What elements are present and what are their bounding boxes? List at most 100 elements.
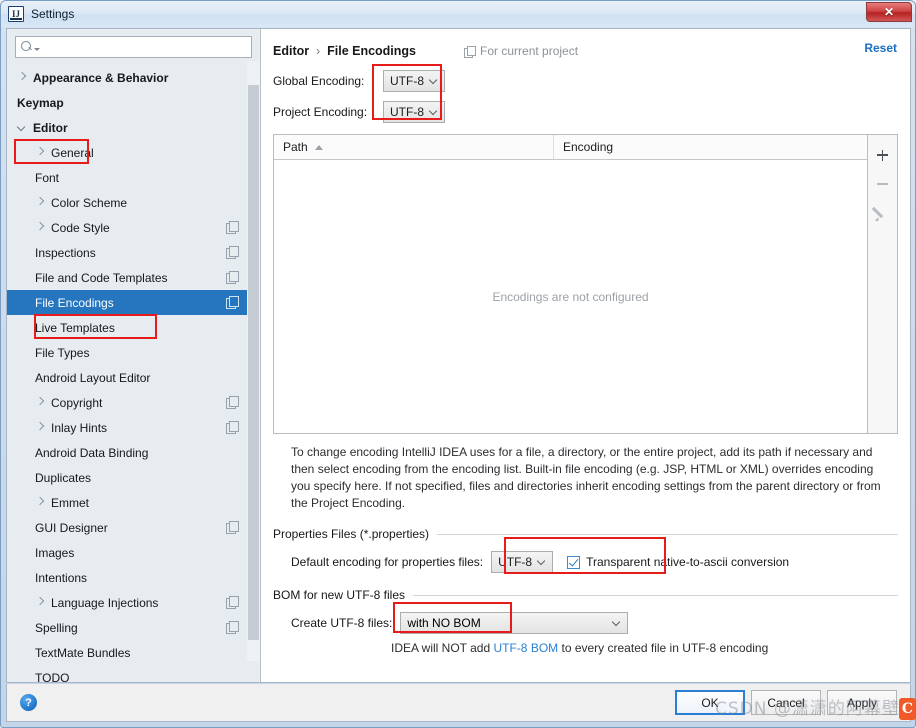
apply-button[interactable]: Apply	[827, 690, 897, 715]
sidebar-item-general[interactable]: General	[7, 140, 260, 165]
search-icon	[21, 41, 33, 53]
sidebar-item-keymap[interactable]: Keymap	[7, 90, 260, 115]
project-scope-icon	[226, 596, 238, 608]
sidebar-item-android-data-binding[interactable]: Android Data Binding	[7, 440, 260, 465]
chevron-right-icon[interactable]	[35, 222, 46, 233]
chevron-right-icon[interactable]	[35, 422, 46, 433]
create-utf8-files-label: Create UTF-8 files:	[291, 616, 392, 630]
chevron-down-icon[interactable]	[17, 122, 28, 133]
breadcrumb-current: File Encodings	[327, 44, 416, 58]
breadcrumb: Editor › File Encodings For current proj…	[273, 41, 898, 61]
sidebar-item-gui-designer[interactable]: GUI Designer	[7, 515, 260, 540]
sidebar-item-label: Font	[35, 171, 59, 185]
bom-hint-link[interactable]: UTF-8 BOM	[493, 641, 558, 655]
search-box[interactable]	[15, 36, 252, 58]
settings-detail-pane: Editor › File Encodings For current proj…	[261, 29, 910, 682]
sidebar-item-android-layout-editor[interactable]: Android Layout Editor	[7, 365, 260, 390]
table-empty-message: Encodings are not configured	[492, 290, 648, 304]
column-header-encoding[interactable]: Encoding	[554, 135, 867, 159]
sidebar-item-label: Color Scheme	[51, 196, 127, 210]
sidebar-item-appearance-behavior[interactable]: Appearance & Behavior	[7, 65, 260, 90]
sidebar-item-inlay-hints[interactable]: Inlay Hints	[7, 415, 260, 440]
default-properties-encoding-select[interactable]: UTF-8	[491, 551, 553, 573]
reset-link[interactable]: Reset	[864, 41, 897, 55]
chevron-right-icon[interactable]	[35, 497, 46, 508]
scope-note: For current project	[464, 44, 578, 58]
project-scope-icon	[226, 296, 238, 308]
sidebar-item-textmate-bundles[interactable]: TextMate Bundles	[7, 640, 260, 665]
sidebar-item-inspections[interactable]: Inspections	[7, 240, 260, 265]
sidebar-item-label: TextMate Bundles	[35, 646, 130, 660]
search-area	[7, 29, 260, 63]
intellij-idea-icon: IJ	[8, 6, 24, 22]
breadcrumb-parent[interactable]: Editor	[273, 44, 309, 58]
transparent-conversion-label: Transparent native-to-ascii conversion	[586, 555, 789, 569]
chevron-right-icon[interactable]	[35, 397, 46, 408]
checkbox-checked-icon	[567, 556, 580, 569]
chevron-right-icon[interactable]	[35, 197, 46, 208]
chevron-right-icon[interactable]	[17, 72, 28, 83]
bom-hint-text: IDEA will NOT add UTF-8 BOM to every cre…	[273, 641, 898, 655]
section-divider	[413, 595, 898, 596]
sidebar-scrollbar-thumb[interactable]	[248, 85, 259, 640]
project-scope-icon	[226, 621, 238, 633]
bom-hint-suffix: to every created file in UTF-8 encoding	[558, 641, 768, 655]
sidebar-item-label: Copyright	[51, 396, 102, 410]
ok-button[interactable]: OK	[675, 690, 745, 715]
sidebar-item-copyright[interactable]: Copyright	[7, 390, 260, 415]
sidebar-item-label: Live Templates	[35, 321, 115, 335]
cancel-button[interactable]: Cancel	[751, 690, 821, 715]
create-utf8-files-row: Create UTF-8 files: with NO BOM	[273, 612, 898, 634]
search-input[interactable]	[42, 39, 246, 55]
sidebar-item-file-types[interactable]: File Types	[7, 340, 260, 365]
sidebar-item-images[interactable]: Images	[7, 540, 260, 565]
sidebar-item-editor[interactable]: Editor	[7, 115, 260, 140]
sidebar-item-color-scheme[interactable]: Color Scheme	[7, 190, 260, 215]
global-encoding-label: Global Encoding:	[273, 74, 383, 88]
table-body: Encodings are not configured	[274, 160, 867, 433]
table-header: Path Encoding	[274, 135, 867, 160]
column-header-path-label: Path	[283, 140, 308, 154]
sidebar-scrollbar[interactable]	[247, 61, 260, 661]
footer-buttons: OK Cancel Apply	[675, 690, 897, 715]
sidebar-item-language-injections[interactable]: Language Injections	[7, 590, 260, 615]
project-scope-icon	[226, 271, 238, 283]
chevron-right-icon[interactable]	[35, 597, 46, 608]
remove-icon	[871, 172, 895, 196]
settings-sidebar: Appearance & BehaviorKeymapEditorGeneral…	[7, 29, 261, 682]
sort-ascending-icon	[315, 145, 323, 150]
settings-window: IJ Settings ✕ Appearance & BehaviorKeyma…	[0, 0, 916, 728]
sidebar-item-duplicates[interactable]: Duplicates	[7, 465, 260, 490]
project-encoding-label: Project Encoding:	[273, 105, 383, 119]
default-properties-encoding-label: Default encoding for properties files:	[291, 555, 483, 569]
sidebar-item-live-templates[interactable]: Live Templates	[7, 315, 260, 340]
sidebar-item-emmet[interactable]: Emmet	[7, 490, 260, 515]
chevron-right-icon[interactable]	[35, 147, 46, 158]
project-encoding-select[interactable]: UTF-8	[383, 101, 445, 123]
close-icon[interactable]: ✕	[866, 2, 912, 22]
sidebar-item-todo[interactable]: TODO	[7, 665, 260, 682]
properties-files-section-header: Properties Files (*.properties)	[273, 527, 898, 541]
sidebar-item-file-and-code-templates[interactable]: File and Code Templates	[7, 265, 260, 290]
sidebar-item-label: Intentions	[35, 571, 87, 585]
global-encoding-row: Global Encoding: UTF-8	[273, 70, 898, 92]
help-icon[interactable]: ?	[20, 694, 37, 711]
project-scope-icon	[226, 396, 238, 408]
sidebar-item-label: Language Injections	[51, 596, 158, 610]
settings-tree: Appearance & BehaviorKeymapEditorGeneral…	[7, 63, 260, 682]
project-scope-icon	[464, 46, 475, 57]
project-scope-icon	[226, 521, 238, 533]
create-utf8-files-select[interactable]: with NO BOM	[400, 612, 628, 634]
global-encoding-select[interactable]: UTF-8	[383, 70, 445, 92]
add-icon[interactable]	[871, 143, 895, 167]
sidebar-item-code-style[interactable]: Code Style	[7, 215, 260, 240]
sidebar-item-spelling[interactable]: Spelling	[7, 615, 260, 640]
sidebar-item-intentions[interactable]: Intentions	[7, 565, 260, 590]
transparent-conversion-checkbox[interactable]: Transparent native-to-ascii conversion	[567, 555, 789, 569]
bom-hint-prefix: IDEA will NOT add	[391, 641, 493, 655]
sidebar-item-file-encodings[interactable]: File Encodings	[7, 290, 260, 315]
column-header-encoding-label: Encoding	[563, 140, 613, 154]
bom-section-title: BOM for new UTF-8 files	[273, 588, 405, 602]
sidebar-item-font[interactable]: Font	[7, 165, 260, 190]
column-header-path[interactable]: Path	[274, 135, 554, 159]
